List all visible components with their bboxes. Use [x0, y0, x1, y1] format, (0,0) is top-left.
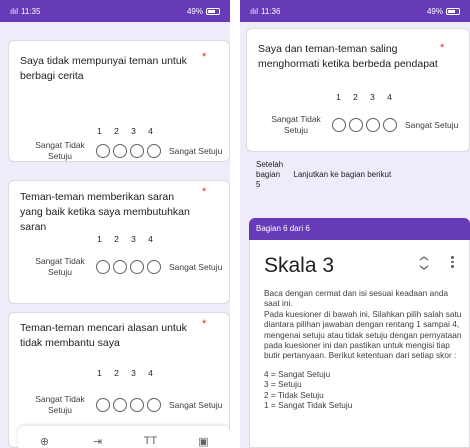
scale-high-label: Sangat Setuju [405, 120, 459, 130]
collapse-icon[interactable] [418, 256, 430, 270]
radio-option-3[interactable] [130, 260, 144, 274]
description-line: Baca dengan cermat dan isi sesuai keadaa… [264, 288, 449, 309]
signal-icon: ılıl [250, 6, 258, 16]
description-line: 4 = Sangat Setuju [264, 368, 331, 379]
scale-high-label: Sangat Setuju [169, 146, 223, 156]
radio-option-1[interactable] [332, 118, 346, 132]
radio-option-2[interactable] [113, 398, 127, 412]
radio-option-3[interactable] [130, 144, 144, 158]
add-image-button[interactable]: ▣ [195, 432, 213, 448]
battery-icon [446, 7, 460, 15]
question-text: Saya dan teman-teman saling menghormati … [258, 43, 438, 70]
radio-option-1[interactable] [96, 260, 110, 274]
battery-icon [206, 7, 220, 15]
scale-low-label: Sangat Tidak Setuju [271, 114, 321, 135]
import-questions-button[interactable]: ⇥ [89, 432, 107, 448]
question-text: Teman-teman memberikan saran yang baik k… [20, 191, 190, 233]
scale-numbers: 1234 [97, 234, 153, 244]
radio-option-4[interactable] [147, 398, 161, 412]
status-time: 11:35 [21, 6, 41, 16]
linear-scale: Sangat Tidak Setuju Sangat Setuju [28, 256, 222, 278]
linear-scale: Sangat Tidak Setuju Sangat Setuju [28, 140, 222, 162]
required-marker: * [202, 186, 207, 198]
form-toolbar: ⊕ ⇥ TT ▣ [18, 426, 230, 448]
title-icon: TT [143, 435, 158, 447]
scale-numbers: 1234 [97, 126, 153, 136]
after-section-navigation[interactable]: Setelah bagian 5 Lanjutkan ke bagian ber… [256, 160, 391, 190]
question-text: Teman-teman mencari alasan untuk tidak m… [20, 322, 187, 349]
description-line: Pada kuesioner di bawah ini, Silahkan pi… [264, 308, 462, 361]
required-marker: * [440, 42, 445, 54]
section-title[interactable]: Skala 3 [264, 254, 334, 278]
status-bar: ılıl 11:35 49% [0, 0, 230, 22]
section-header: Bagian 6 dari 6 [249, 218, 470, 240]
section-description[interactable]: Baca dengan cermat dan isi sesuai keadaa… [264, 288, 464, 410]
radio-option-2[interactable] [113, 260, 127, 274]
left-screen: ılıl 11:35 49% Saya tidak mempunyai tema… [0, 0, 230, 448]
status-time: 11:36 [261, 6, 281, 16]
radio-option-1[interactable] [96, 144, 110, 158]
after-section-label-line: 5 [256, 180, 261, 189]
radio-option-2[interactable] [349, 118, 363, 132]
add-question-button[interactable]: ⊕ [36, 432, 54, 448]
status-bar: ılıl 11:36 49% [240, 0, 470, 22]
scale-low-label: Sangat Tidak Setuju [35, 140, 85, 161]
radio-option-4[interactable] [147, 260, 161, 274]
description-line: 3 = Setuju [264, 379, 302, 390]
after-section-label-line: Setelah [256, 160, 284, 169]
linear-scale: Sangat Tidak Setuju Sangat Setuju [264, 114, 458, 136]
after-section-value[interactable]: Lanjutkan ke bagian berikut [293, 160, 391, 180]
required-marker: * [202, 318, 207, 330]
scale-numbers: 1234 [336, 92, 392, 102]
required-marker: * [202, 51, 207, 63]
scale-high-label: Sangat Setuju [169, 400, 223, 410]
scale-numbers: 1234 [97, 368, 153, 378]
after-section-label-line: bagian [256, 170, 281, 179]
scale-low-label: Sangat Tidak Setuju [35, 256, 85, 277]
add-title-button[interactable]: TT [142, 432, 160, 448]
import-icon: ⇥ [92, 435, 103, 448]
radio-option-3[interactable] [366, 118, 380, 132]
radio-option-1[interactable] [96, 398, 110, 412]
linear-scale: Sangat Tidak Setuju Sangat Setuju [28, 394, 222, 416]
scale-high-label: Sangat Setuju [169, 262, 223, 272]
radio-option-3[interactable] [130, 398, 144, 412]
question-text: Saya tidak mempunyai teman untuk berbagi… [20, 55, 187, 82]
description-line: 2 = Tidak Setuju [264, 389, 324, 400]
add-circle-icon: ⊕ [39, 435, 50, 448]
description-line: 1 = Sangat Tidak Setuju [264, 400, 353, 411]
more-options-icon[interactable] [451, 256, 455, 270]
radio-option-2[interactable] [113, 144, 127, 158]
section-card: Skala 3 Baca dengan cermat dan isi sesua… [249, 240, 470, 448]
image-icon: ▣ [198, 435, 209, 448]
battery-percent: 49% [186, 6, 203, 16]
radio-option-4[interactable] [147, 144, 161, 158]
radio-option-4[interactable] [383, 118, 397, 132]
battery-percent: 49% [426, 6, 443, 16]
signal-icon: ılıl [10, 6, 18, 16]
scale-low-label: Sangat Tidak Setuju [35, 394, 85, 415]
